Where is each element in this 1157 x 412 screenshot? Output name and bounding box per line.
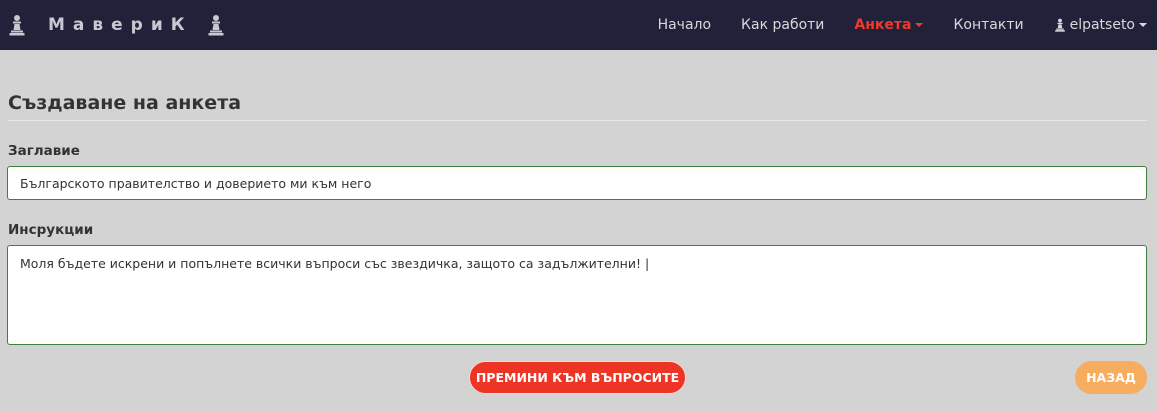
nav-item-how-it-works[interactable]: Как работи <box>741 17 824 33</box>
main-nav: Начало Как работи Анкета Контакти elpats… <box>658 0 1157 50</box>
nav-item-survey-dropdown[interactable]: Анкета <box>854 17 924 33</box>
brand[interactable]: МавериК <box>8 0 225 50</box>
page-title: Създаване на анкета <box>8 92 1147 121</box>
nav-item-contacts[interactable]: Контакти <box>953 17 1023 33</box>
navbar: МавериК Начало Как работи Анкета Контакт… <box>0 0 1157 50</box>
instructions-textarea[interactable]: Моля бъдете искрени и попълнете всички в… <box>7 245 1147 345</box>
title-label: Заглавие <box>8 143 80 159</box>
back-button[interactable]: НАЗАД <box>1075 361 1147 394</box>
nav-item-label: Как работи <box>741 17 825 33</box>
instructions-label: Инсрукции <box>8 222 94 238</box>
user-name: elpatseto <box>1069 17 1135 33</box>
user-menu[interactable]: elpatseto <box>1054 17 1147 33</box>
caret-down-icon <box>1139 23 1147 27</box>
chess-pawn-icon <box>208 15 224 36</box>
title-input[interactable] <box>7 166 1147 200</box>
nav-item-home[interactable]: Начало <box>658 17 711 33</box>
nav-item-label: Начало <box>657 17 712 33</box>
caret-down-icon <box>915 23 924 27</box>
nav-item-label: Анкета <box>854 17 912 33</box>
nav-item-label: Контакти <box>953 17 1024 33</box>
go-to-questions-button[interactable]: ПРЕМИНИ КЪМ ВЪПРОСИТЕ <box>469 361 686 394</box>
chess-pawn-icon <box>9 15 25 36</box>
brand-name: МавериК <box>48 15 193 35</box>
user-pawn-icon <box>1054 18 1065 32</box>
